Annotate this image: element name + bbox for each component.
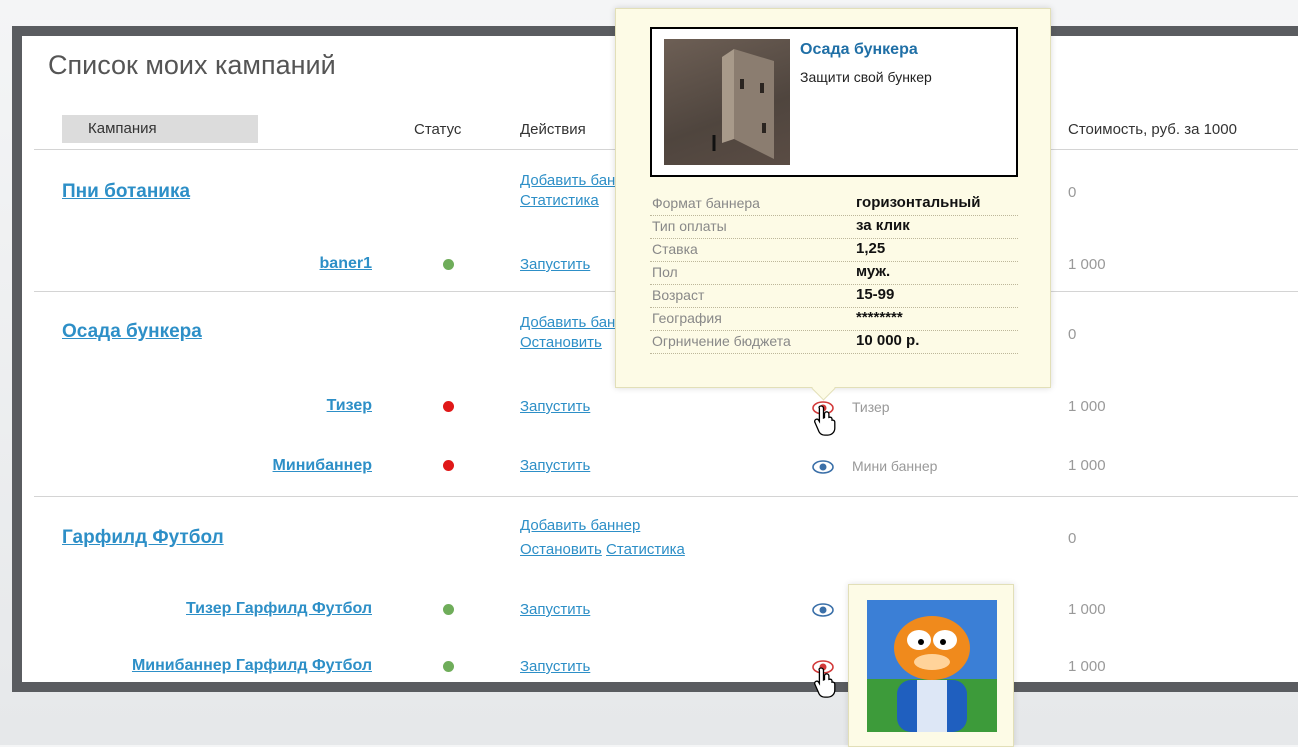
start-link[interactable]: Запустить [520,256,590,273]
campaign-link[interactable]: Гарфилд Футбол [62,527,224,549]
row-value: ******** [856,309,903,326]
row-label: Тип оплаты [652,218,727,234]
column-header-actions: Действия [520,121,586,138]
statistics-link[interactable]: Статистика [606,541,685,558]
row-value: горизонтальный [856,194,981,211]
eye-icon[interactable] [812,460,834,474]
campaign-actions-row: Остановить Статистика [520,541,685,558]
row-value: за клик [856,217,910,234]
bunker-image [712,49,774,159]
row-label: География [652,310,722,326]
banner-link[interactable]: Минибаннер Гарфилд Футбол [132,657,372,675]
column-header-status: Статус [414,121,462,138]
start-link[interactable]: Запустить [520,398,590,415]
status-dot-stopped [443,401,454,412]
popup-row-geo: География ******** [650,308,1018,331]
banner-cost: 1 000 [1068,256,1106,273]
popup-description: Защити свой бункер [800,69,932,85]
status-dot-stopped [443,460,454,471]
start-link[interactable]: Запустить [520,457,590,474]
row-value: 10 000 р. [856,332,920,349]
row-value: муж. [856,263,891,280]
banner-cost: 1 000 [1068,658,1106,675]
garfield-illustration [894,616,970,732]
statistics-link[interactable]: Статистика [520,192,599,209]
banner-cost: 1 000 [1068,601,1106,618]
banner-thumbnail [664,39,790,165]
banner-link[interactable]: Тизер Гарфилд Футбол [186,600,372,618]
hand-cursor-icon [814,667,836,698]
popup-row-budget: Огрничение бюджета 10 000 р. [650,331,1018,354]
popup-title: Осада бункера [800,41,918,58]
banner-cost: 1 000 [1068,457,1106,474]
campaign-link[interactable]: Пни ботаника [62,181,190,203]
image-preview-popup [848,584,1014,747]
banner-preview-card: Осада бункера Защити свой бункер [650,27,1018,177]
column-header-campaign[interactable]: Кампания [62,115,258,143]
eye-icon[interactable] [812,603,834,617]
column-header-cost: Стоимость, руб. за 1000 [1068,121,1237,138]
stop-link[interactable]: Остановить [520,541,602,558]
popup-row-rate: Ставка 1,25 [650,239,1018,262]
status-dot-active [443,661,454,672]
start-link[interactable]: Запустить [520,658,590,675]
campaign-cost: 0 [1068,184,1077,201]
banner-link[interactable]: baner1 [320,255,372,273]
banner-preview-popup: Осада бункера Защити свой бункер Формат … [615,8,1051,388]
row-label: Огрничение бюджета [652,333,791,349]
hand-cursor-icon [814,405,836,436]
campaign-cost: 0 [1068,530,1077,547]
row-label: Пол [652,264,678,280]
banner-preview-label: Мини баннер [852,458,938,474]
banner-link[interactable]: Минибаннер [273,457,372,475]
row-label: Ставка [652,241,698,257]
popup-row-payment: Тип оплаты за клик [650,216,1018,239]
status-dot-active [443,259,454,270]
status-dot-active [443,604,454,615]
page-title: Список моих кампаний [48,50,336,80]
campaign-cost: 0 [1068,326,1077,343]
garfield-banner-image [867,600,997,732]
popup-row-age: Возраст 15-99 [650,285,1018,308]
row-label: Формат баннера [652,195,760,211]
stop-link[interactable]: Остановить [520,334,602,351]
banner-cost: 1 000 [1068,398,1106,415]
campaign-divider [34,496,1298,497]
row-label: Возраст [652,287,705,303]
banner-preview-label: Тизер [852,399,890,415]
row-value: 1,25 [856,240,886,257]
banner-link[interactable]: Тизер [327,397,372,415]
popup-row-format: Формат баннера горизонтальный [650,193,1018,216]
campaign-link[interactable]: Осада бункера [62,321,202,343]
popup-row-gender: Пол муж. [650,262,1018,285]
row-value: 15-99 [856,286,895,303]
start-link[interactable]: Запустить [520,601,590,618]
add-banner-link[interactable]: Добавить баннер [520,517,640,534]
